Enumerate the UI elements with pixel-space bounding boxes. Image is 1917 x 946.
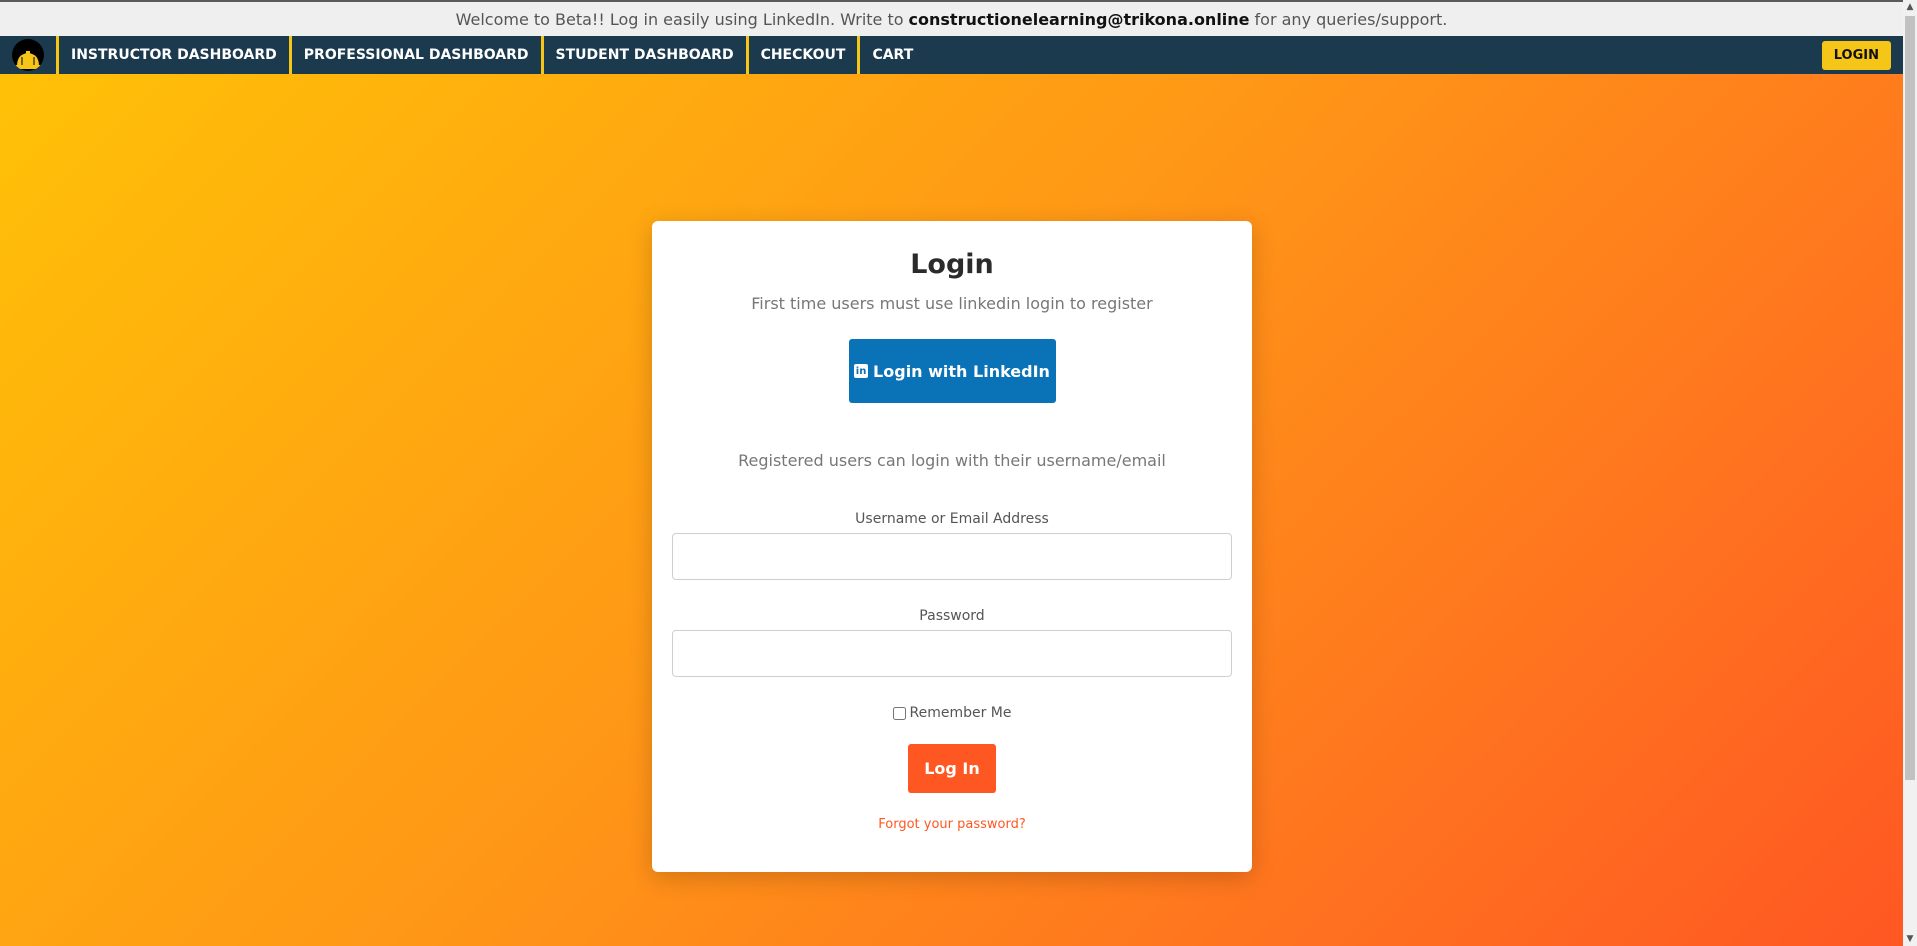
remember-me-row: Remember Me — [672, 705, 1232, 721]
announcement-suffix: for any queries/support. — [1254, 9, 1448, 29]
log-in-button[interactable]: Log In — [908, 744, 996, 793]
site-logo[interactable] — [0, 36, 56, 74]
password-label: Password — [919, 608, 985, 624]
scrollbar-thumb[interactable] — [1905, 16, 1915, 780]
linkedin-login-button[interactable]: in Login with LinkedIn — [848, 339, 1056, 403]
remember-me-label[interactable]: Remember Me — [910, 705, 1012, 721]
password-input[interactable] — [672, 630, 1232, 677]
support-email: constructionelearning@trikona.online — [908, 9, 1250, 29]
linkedin-register-note: First time users must use linkedin login… — [751, 294, 1153, 313]
hard-hat-icon — [12, 39, 44, 71]
username-label: Username or Email Address — [855, 511, 1049, 527]
nav-instructor-dashboard[interactable]: INSTRUCTOR DASHBOARD — [56, 36, 289, 74]
registered-users-note: Registered users can login with their us… — [738, 451, 1166, 470]
scroll-up-arrow-icon[interactable]: ▲ — [1903, 0, 1917, 14]
top-navbar: INSTRUCTOR DASHBOARD PROFESSIONAL DASHBO… — [0, 36, 1903, 74]
forgot-password-link[interactable]: Forgot your password? — [672, 817, 1232, 832]
announcement-bar: Welcome to Beta!! Log in easily using Li… — [0, 0, 1903, 36]
page-scrollbar[interactable]: ▲ ▼ — [1903, 0, 1917, 946]
linkedin-icon: in — [854, 364, 869, 378]
nav-checkout[interactable]: CHECKOUT — [745, 36, 858, 74]
login-card: Login First time users must use linkedin… — [652, 221, 1252, 872]
nav-professional-dashboard[interactable]: PROFESSIONAL DASHBOARD — [288, 36, 541, 74]
nav-login-button[interactable]: LOGIN — [1821, 40, 1891, 70]
login-title: Login — [910, 249, 994, 280]
nav-student-dashboard[interactable]: STUDENT DASHBOARD — [540, 36, 746, 74]
remember-me-checkbox[interactable] — [892, 706, 906, 720]
nav-cart[interactable]: CART — [857, 36, 925, 74]
linkedin-login-label: Login with LinkedIn — [873, 361, 1050, 381]
username-input[interactable] — [672, 533, 1232, 580]
announcement-prefix: Welcome to Beta!! Log in easily using Li… — [455, 9, 904, 29]
scroll-down-arrow-icon[interactable]: ▼ — [1903, 932, 1917, 946]
